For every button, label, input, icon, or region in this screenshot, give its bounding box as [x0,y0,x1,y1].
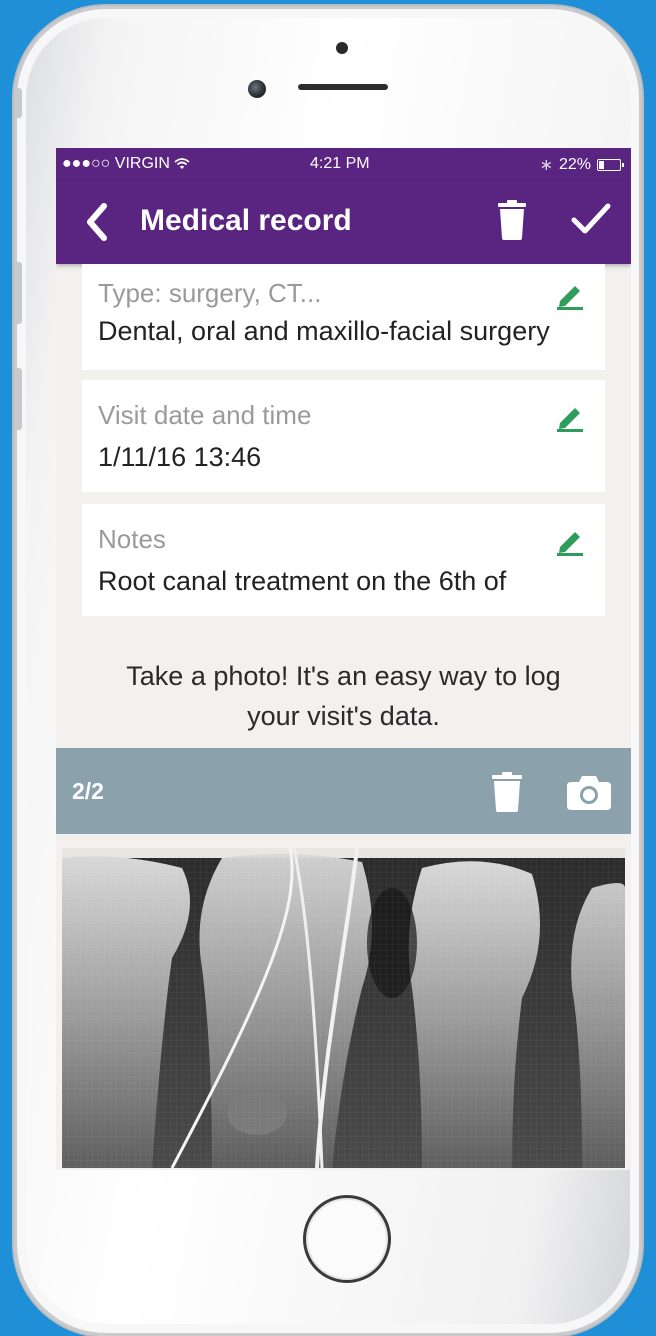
volume-down-button [14,368,22,430]
wifi-icon [174,157,190,169]
notes-field[interactable]: Notes Root canal treatment on the 6th of [82,504,605,616]
status-bar: ●●●○○ VIRGIN 4:21 PM ∗ 22% [56,148,631,180]
type-field[interactable]: Type: surgery, CT... Dental, oral and ma… [82,264,605,370]
trash-icon[interactable] [492,772,522,812]
camera-icon[interactable] [567,774,611,810]
visit-date-label: Visit date and time [98,400,312,430]
pencil-icon[interactable] [555,526,585,556]
visit-date-value: 1/11/16 13:46 [98,442,262,472]
notes-label: Notes [98,524,166,554]
xray-image [62,848,625,1168]
visit-date-field[interactable]: Visit date and time 1/11/16 13:46 [82,380,605,492]
earpiece-speaker [298,84,388,90]
carrier-signal: ●●●○○ VIRGIN [62,155,190,173]
bluetooth-icon: ∗ [539,157,553,174]
app-bar: Medical record [56,180,631,264]
home-button[interactable] [303,1195,391,1283]
mute-switch [14,88,22,118]
app-screen: ●●●○○ VIRGIN 4:21 PM ∗ 22% Medical recor… [56,148,631,1170]
proximity-sensor [336,42,348,54]
back-arrow-icon[interactable] [78,200,118,244]
checkmark-icon[interactable] [571,202,611,236]
photo-counter: 2/2 [72,778,104,804]
photo-prompt-line1: Take a photo! It's an easy way to log [126,661,561,691]
type-field-value: Dental, oral and maxillo-facial surgery [98,316,550,346]
pencil-icon[interactable] [555,280,585,310]
photo-prompt: Take a photo! It's an easy way to log yo… [56,656,631,736]
page-title: Medical record [140,204,352,237]
pencil-icon[interactable] [555,402,585,432]
battery-icon [597,159,624,171]
status-time: 4:21 PM [310,155,370,172]
battery-percent: 22% [558,156,591,173]
trash-icon[interactable] [498,200,526,240]
volume-up-button [14,262,22,324]
notes-value: Root canal treatment on the 6th of [98,566,507,596]
photo-prompt-line2: your visit's data. [247,701,440,731]
xray-photo[interactable] [62,848,625,1168]
front-camera [248,80,266,98]
status-right: ∗ 22% [539,155,624,175]
photo-gallery-bar: 2/2 [56,748,631,834]
type-field-label: Type: surgery, CT... [98,278,322,308]
